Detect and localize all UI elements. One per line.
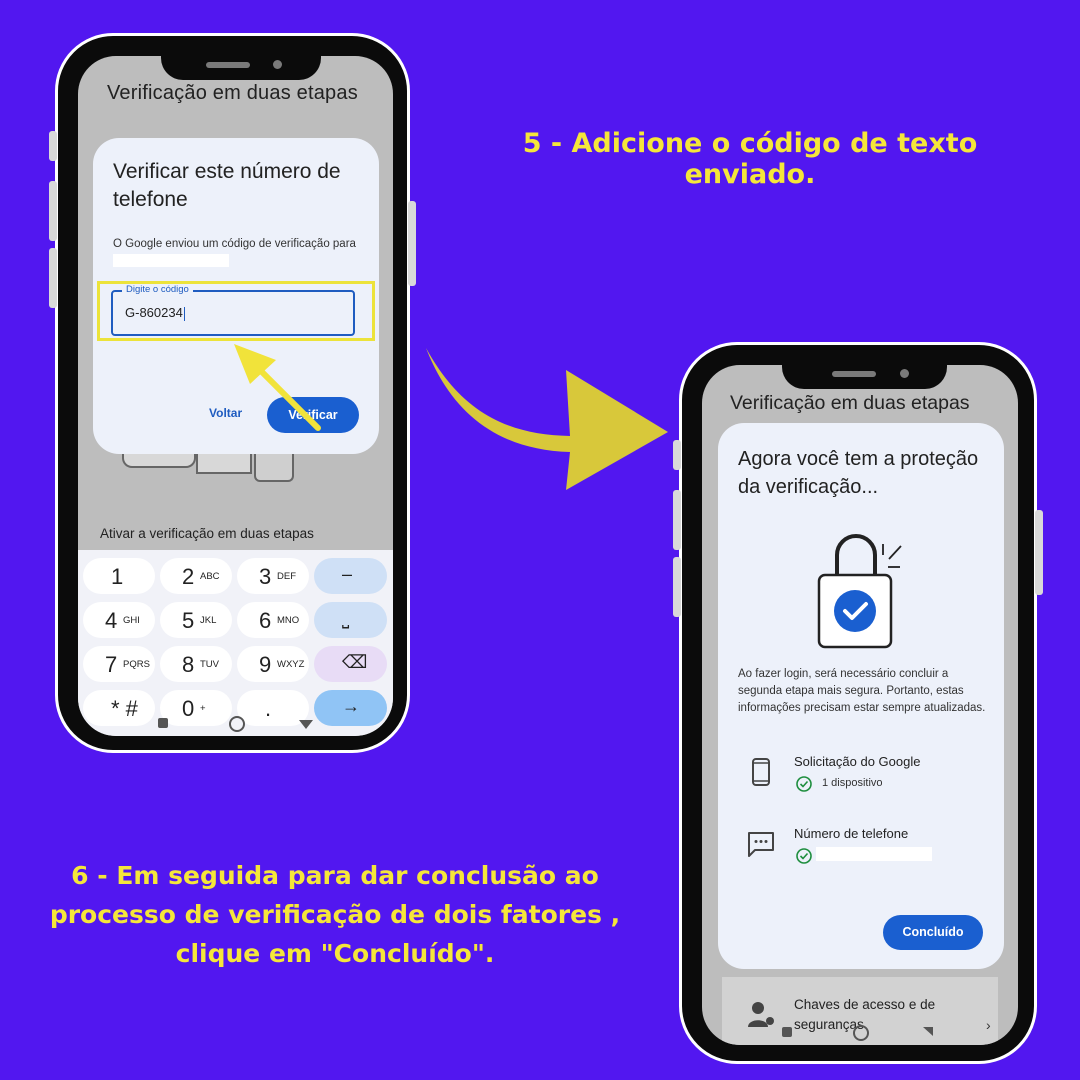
- key-label: –: [342, 564, 353, 584]
- message-icon: [748, 832, 774, 857]
- keypad-key[interactable]: 3 DEF: [237, 558, 309, 594]
- key-label: 4: [105, 608, 118, 633]
- phone-notch: [161, 50, 321, 80]
- keypad-key[interactable]: 1: [83, 558, 155, 594]
- home-icon[interactable]: [229, 716, 245, 732]
- smartphone-icon: [752, 758, 770, 786]
- dialog-title: Verificar este número de telefone: [113, 160, 341, 211]
- key-label: 5: [182, 608, 195, 633]
- recent-apps-icon[interactable]: [782, 1027, 792, 1037]
- pointer-arrow-icon: [234, 344, 321, 431]
- numeric-keypad: 1 2 ABC 3 DEF –4 GHI 5 JKL 6 MNO ⎵ 7 PQRS 8 TUV 9 WXYZ ⌫ * …: [78, 550, 393, 736]
- phone-side-button: [673, 557, 681, 617]
- key-letters: DEF: [277, 571, 296, 582]
- keypad-key[interactable]: 4 GHI: [83, 602, 155, 638]
- recent-apps-icon[interactable]: [158, 718, 168, 728]
- phone-number-title: Número de telefone: [794, 826, 909, 841]
- home-icon[interactable]: [853, 1025, 869, 1041]
- key-label: 6: [259, 608, 272, 633]
- dialog-title: Agora você tem a proteção da verificação…: [738, 448, 979, 498]
- key-letters: GHI: [123, 615, 140, 626]
- google-prompt-title: Solicitação do Google: [794, 754, 921, 769]
- key-label: 9: [259, 652, 272, 677]
- key-label: ⎵: [342, 608, 350, 628]
- back-nav-icon[interactable]: [299, 720, 313, 729]
- system-nav-bar: [78, 714, 393, 736]
- phone-side-button: [408, 201, 416, 286]
- dialog-body: O Google enviou um código de verificação…: [113, 236, 363, 270]
- redacted-phone-number: [816, 847, 932, 861]
- phone-notch: [782, 359, 947, 389]
- code-input-label: Digite o código: [122, 284, 193, 295]
- check-circle-icon: [796, 848, 812, 864]
- keypad-key[interactable]: ⌫: [314, 646, 387, 682]
- confirmation-dialog: Agora você tem a proteção da verificação…: [718, 423, 1004, 969]
- back-nav-icon[interactable]: [923, 1027, 933, 1036]
- keypad-key[interactable]: 2 ABC: [160, 558, 232, 594]
- key-label: 3: [259, 564, 272, 589]
- phone-side-button: [49, 248, 57, 308]
- curved-arrow-icon: [426, 348, 668, 490]
- done-button[interactable]: Concluído: [883, 915, 983, 950]
- dialog-body-text: O Google enviou um código de verificação…: [113, 238, 356, 250]
- keypad-key[interactable]: 8 TUV: [160, 646, 232, 682]
- keypad-key[interactable]: –: [314, 558, 387, 594]
- key-letters: PQRS: [123, 659, 150, 670]
- key-letters: JKL: [200, 615, 217, 626]
- step-6-caption: 6 - Em seguida para dar conclusão ao pro…: [49, 861, 621, 968]
- page-title: Verificação em duas etapas: [730, 392, 970, 414]
- phone-side-button: [49, 131, 57, 161]
- keypad-key[interactable]: 7 PQRS: [83, 646, 155, 682]
- key-letters: ABC: [200, 571, 220, 582]
- lock-check-icon: [817, 534, 902, 649]
- key-letters: WXYZ: [277, 659, 305, 670]
- key-letters: MNO: [277, 615, 300, 626]
- key-label: ⌫: [342, 652, 368, 672]
- key-letters: +: [200, 703, 206, 714]
- left-phone: Verificação em duas etapas Verificar est…: [49, 33, 416, 753]
- check-circle-icon: [796, 776, 812, 792]
- left-phone-screen: Verificação em duas etapas Verificar est…: [78, 56, 393, 736]
- key-letters: TUV: [200, 659, 219, 670]
- dialog-body: Ao fazer login, será necessário concluir…: [738, 668, 986, 714]
- activate-two-step-label: Ativar a verificação em duas etapas: [100, 526, 314, 541]
- step-5-caption: 5 - Adicione o código de texto enviado.: [522, 128, 978, 190]
- keypad-key[interactable]: 5 JKL: [160, 602, 232, 638]
- key-label: 1: [111, 564, 124, 589]
- phone-side-button: [673, 440, 681, 470]
- page-title: Verificação em duas etapas: [107, 82, 358, 104]
- phone-side-button: [49, 181, 57, 241]
- redacted-phone-number: [113, 254, 229, 268]
- key-label: 7: [105, 652, 118, 677]
- keypad-key[interactable]: ⎵: [314, 602, 387, 638]
- key-label: 8: [182, 652, 195, 677]
- keypad-key[interactable]: 9 WXYZ: [237, 646, 309, 682]
- phone-side-button: [673, 490, 681, 550]
- key-label: 2: [182, 564, 195, 589]
- text-caret: [183, 306, 185, 321]
- system-nav-bar: [702, 1023, 1018, 1045]
- phone-side-button: [1035, 510, 1043, 595]
- keypad-key[interactable]: 6 MNO: [237, 602, 309, 638]
- right-phone-screen: Verificação em duas etapas Chaves de ace…: [702, 365, 1018, 1045]
- google-prompt-devices: 1 dispositivo: [822, 777, 883, 789]
- code-input-value: G-860234: [125, 305, 183, 320]
- right-phone: Verificação em duas etapas Chaves de ace…: [673, 342, 1043, 1064]
